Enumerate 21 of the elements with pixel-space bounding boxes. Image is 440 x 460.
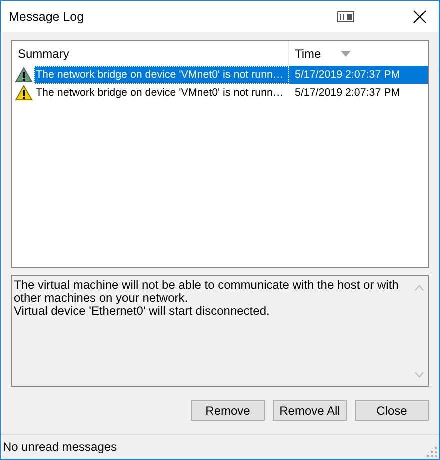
summary-cell-text: The network bridge on device 'VMnet0' is not runn… [35,86,285,101]
message-row[interactable]: The network bridge on device 'VMnet0' is not runn… 5/17/2019 2:07:37 PM [12,84,428,102]
column-header[interactable]: Time [289,41,389,66]
dialog-button[interactable]: Close [355,400,429,421]
time-cell: 5/17/2019 2:07:37 PM [289,66,428,84]
warning-icon [15,67,33,83]
scroll-up-icon[interactable] [415,285,424,291]
window-title: Message Log [9,10,86,24]
warning-icon [15,85,33,101]
device-icon[interactable] [337,10,355,22]
close-icon[interactable] [413,10,427,24]
details-text: The virtual machine will not be able to communicate with the host or with other machines on your network. [14,279,400,305]
dialog-button[interactable]: Remove [191,400,265,421]
message-row[interactable]: The network bridge on device 'VMnet0' is not runn… 5/17/2019 2:07:37 PM [12,66,428,84]
scroll-down-icon[interactable] [415,372,424,378]
resize-grip-icon[interactable] [427,447,437,457]
status-text: No unread messages [3,440,118,454]
summary-cell: The network bridge on device 'VMnet0' is not runn… [34,66,289,84]
dialog-button[interactable]: Remove All [273,400,347,421]
details-text: Virtual device 'Ethernet0' will start disconnected. [14,305,271,318]
time-cell-text: 5/17/2019 2:07:37 PM [294,86,402,101]
